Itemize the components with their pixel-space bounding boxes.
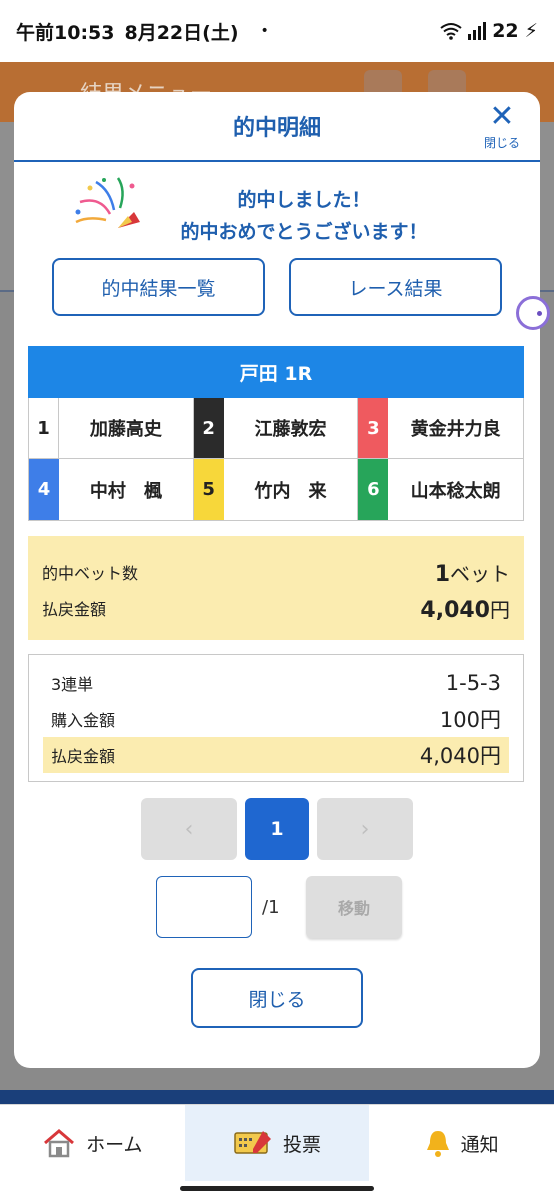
detail-payout-value: 4,040円 <box>419 744 501 768</box>
nav-home[interactable]: ホーム <box>0 1105 185 1181</box>
hit-detail-modal: 的中明細 ✕ 閉じる 的中しました！ 的中おめでとうございます！ 的中結果一覧 … <box>14 92 540 1068</box>
signal-icon <box>468 22 487 40</box>
status-right: 22 ⚡ <box>440 20 538 42</box>
hit-summary: 的中ベット数 1ベット 払戻金額 4,040円 <box>28 536 524 640</box>
move-button[interactable]: 移動 <box>306 876 402 938</box>
page-number-input[interactable] <box>156 876 252 938</box>
racer-cell: 5 竹内 来 <box>193 459 359 520</box>
racer-name: 江藤敦宏 <box>254 419 327 440</box>
race-result-button[interactable]: レース結果 <box>289 258 502 316</box>
purchase-row: 購入金額 100円 <box>43 701 509 737</box>
racer-name: 黄金井力良 <box>410 419 501 440</box>
race-name-bar: 戸田 1R <box>28 346 524 398</box>
lane-number: 5 <box>193 459 224 520</box>
page-1-button[interactable]: 1 <box>245 798 309 860</box>
bet-type-row: 3連単 1-5-3 <box>43 665 509 701</box>
nav-notify[interactable]: 通知 <box>369 1105 554 1181</box>
lane-number: 6 <box>358 459 389 520</box>
bet-detail: 3連単 1-5-3 購入金額 100円 払戻金額 4,040円 <box>28 654 524 782</box>
hit-count-label: 的中ベット数 <box>42 564 139 583</box>
modal-close-label: 閉じる <box>483 136 520 150</box>
bell-icon <box>426 1131 449 1157</box>
home-icon <box>44 1129 75 1158</box>
page-total: /1 <box>262 896 280 918</box>
lane-number: 4 <box>29 459 59 520</box>
lane-number: 3 <box>358 398 389 458</box>
purchase-value: 100円 <box>439 708 501 732</box>
bet-combination: 1-5-3 <box>445 671 501 695</box>
hit-count-unit: ベット <box>450 561 510 586</box>
purchase-label: 購入金額 <box>51 711 116 730</box>
modal-header: 的中明細 ✕ 閉じる <box>14 92 540 162</box>
prev-page-button[interactable]: ‹ <box>141 798 237 860</box>
charging-icon: ⚡ <box>524 20 538 42</box>
racer-cell: 1 加藤高史 <box>29 398 194 459</box>
page-jump: /1 移動 <box>156 876 402 938</box>
racer-name: 加藤高史 <box>89 419 162 440</box>
background-strip <box>0 1090 554 1104</box>
bet-type: 3連単 <box>51 675 94 694</box>
racer-cell: 2 江藤敦宏 <box>193 398 359 459</box>
modal-title: 的中明細 <box>232 116 321 141</box>
hit-count-row: 的中ベット数 1ベット <box>42 554 510 590</box>
modal-close-button[interactable]: ✕ 閉じる <box>478 102 526 151</box>
payout-number: 4,040 <box>420 597 490 623</box>
detail-payout-label: 払戻金額 <box>51 747 116 766</box>
hit-count-value: 1ベット <box>435 558 510 587</box>
payout-unit: 円 <box>490 597 510 622</box>
congrats-line-1: 的中しました！ <box>237 189 371 211</box>
racer-name: 中村 楓 <box>89 480 162 502</box>
congrats-line-2: 的中おめでとうございます！ <box>180 221 428 243</box>
status-time: 午前10:53 <box>16 21 115 44</box>
next-page-button[interactable]: › <box>317 798 413 860</box>
lane-number: 2 <box>193 398 224 458</box>
vote-ticket-icon <box>234 1131 271 1154</box>
close-icon: ✕ <box>489 99 515 134</box>
nav-home-label: ホーム <box>86 1133 143 1156</box>
payout-value: 4,040円 <box>420 594 510 623</box>
status-date: 8月22日(土) <box>124 21 239 44</box>
home-indicator[interactable] <box>180 1186 374 1191</box>
racer-cell: 4 中村 楓 <box>29 459 194 520</box>
status-dot: • <box>260 23 269 39</box>
nav-vote-label: 投票 <box>283 1133 322 1156</box>
lane-number: 1 <box>29 398 59 458</box>
racer-grid: 1 加藤高史 2 江藤敦宏 3 黄金井力良 4 中村 楓 5 竹内 来 6 山本稔太朗 <box>28 398 524 521</box>
payout-label: 払戻金額 <box>42 600 107 619</box>
nav-vote[interactable]: 投票 <box>184 1105 370 1181</box>
close-button[interactable]: 閉じる <box>191 968 363 1028</box>
congrats-message: 的中しました！ 的中おめでとうございます！ <box>154 184 454 248</box>
racer-cell: 6 山本稔太朗 <box>358 459 523 520</box>
party-popper-icon <box>75 177 140 228</box>
pagination: ‹ 1 › <box>141 798 413 860</box>
hit-count-number: 1 <box>434 561 450 587</box>
floating-handle[interactable] <box>516 296 550 330</box>
nav-notify-label: 通知 <box>460 1133 499 1156</box>
status-bar: 午前10:53 8月22日(土) • 22 ⚡ <box>0 0 554 62</box>
hit-list-button[interactable]: 的中結果一覧 <box>52 258 265 316</box>
racer-name: 竹内 来 <box>254 480 327 502</box>
payout-row: 払戻金額 4,040円 <box>42 590 510 626</box>
detail-payout-row: 払戻金額 4,040円 <box>43 737 509 773</box>
battery-level: 22 <box>492 20 519 42</box>
racer-name: 山本稔太朗 <box>410 480 501 502</box>
congrats-area: 的中しました！ 的中おめでとうございます！ <box>14 162 540 256</box>
result-buttons: 的中結果一覧 レース結果 <box>52 258 502 316</box>
wifi-icon <box>440 23 462 40</box>
racer-cell: 3 黄金井力良 <box>358 398 523 459</box>
